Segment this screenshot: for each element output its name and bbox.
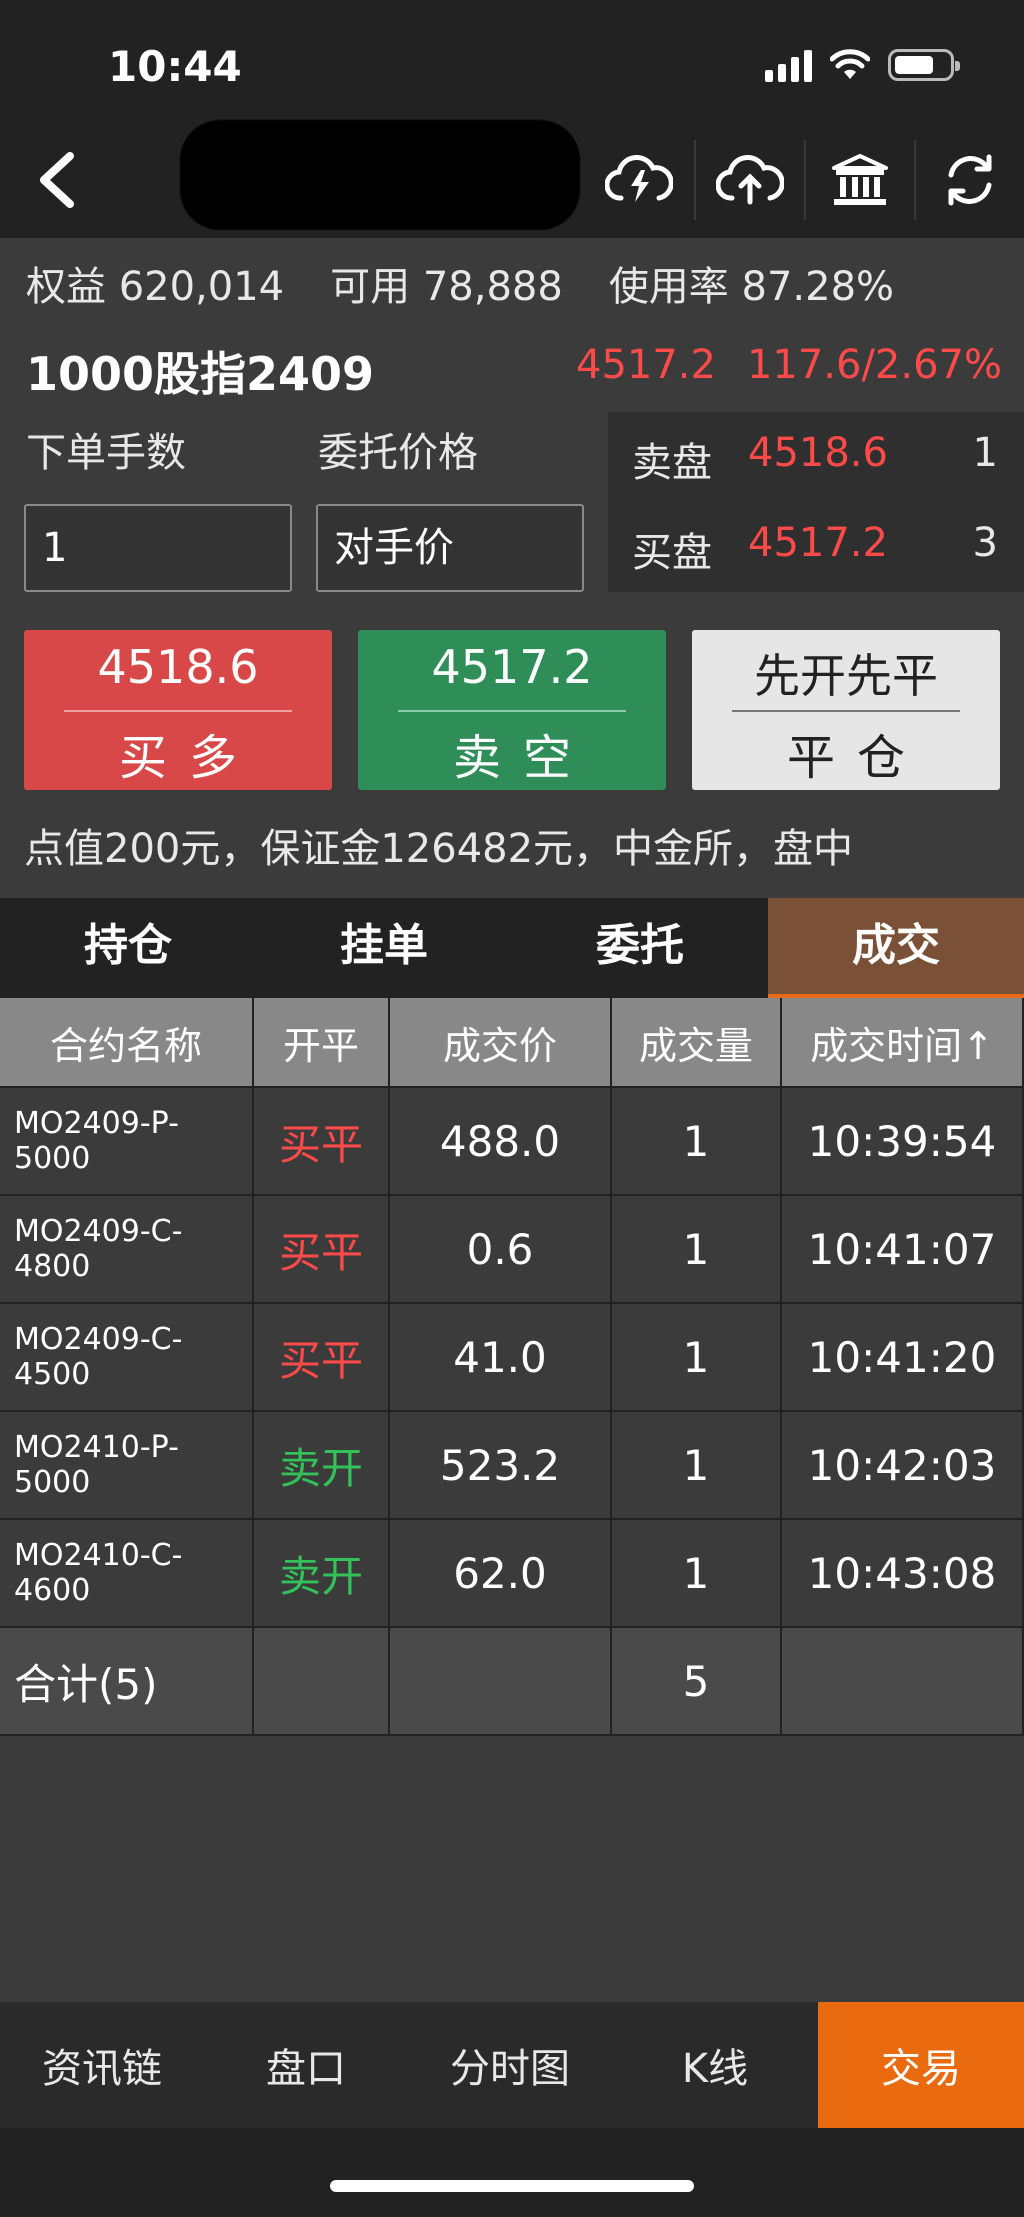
buy-price: 4518.6 (97, 640, 259, 694)
tab-orders[interactable]: 委托 (512, 898, 768, 998)
nav-kline[interactable]: K线 (612, 2002, 818, 2128)
tab-bar: 持仓 挂单 委托 成交 (0, 898, 1024, 998)
nav-trade[interactable]: 交易 (818, 2002, 1024, 2128)
row-time: 10:41:07 (782, 1196, 1024, 1302)
row-price: 41.0 (390, 1304, 612, 1410)
nav-icons (584, 140, 1024, 220)
contract-info: 点值200元，保证金126482元，中金所，盘中 (24, 826, 854, 872)
bank-icon[interactable] (804, 140, 914, 220)
nav-news[interactable]: 资讯链 (0, 2002, 204, 2128)
equity: 权益 620,014 (26, 264, 285, 310)
table-row[interactable]: MO2409-C-4800 买平 0.6 1 10:41:07 (0, 1196, 1024, 1304)
row-contract: MO2409-C-4500 (0, 1304, 254, 1410)
bid-row: 买盘 4517.2 3 (608, 502, 1024, 592)
row-price: 0.6 (390, 1196, 612, 1302)
price-label: 委托价格 (318, 430, 478, 476)
close-mode: 先开先平 (754, 649, 938, 703)
table-total-row: 合计(5) 5 (0, 1628, 1024, 1736)
row-price: 523.2 (390, 1412, 612, 1518)
row-volume: 1 (612, 1520, 782, 1626)
sell-price: 4517.2 (431, 640, 593, 694)
row-contract: MO2410-C-4600 (0, 1520, 254, 1626)
row-time: 10:42:03 (782, 1412, 1024, 1518)
row-contract: MO2410-P-5000 (0, 1412, 254, 1518)
ask-row: 卖盘 4518.6 1 (608, 412, 1024, 502)
table-row[interactable]: MO2409-P-5000 买平 488.0 1 10:39:54 (0, 1088, 1024, 1196)
sell-label: 卖空 (452, 730, 593, 786)
nav-bar (0, 100, 1024, 238)
table-row[interactable]: MO2409-C-4500 买平 41.0 1 10:41:20 (0, 1304, 1024, 1412)
row-contract: MO2409-C-4800 (0, 1196, 254, 1302)
header-time[interactable]: 成交时间↑ (782, 998, 1024, 1086)
contract-row: 1000股指2409 4517.2 117.6/2.67% (0, 328, 1024, 408)
row-volume: 1 (612, 1412, 782, 1518)
row-volume: 1 (612, 1304, 782, 1410)
row-volume: 1 (612, 1088, 782, 1194)
price-change: 117.6/2.67% (746, 342, 1002, 388)
row-time: 10:41:20 (782, 1304, 1024, 1410)
bid-price: 4517.2 (748, 520, 888, 566)
available: 可用 78,888 (330, 264, 563, 310)
row-side: 卖开 (254, 1520, 390, 1626)
status-time: 10:44 (108, 42, 242, 91)
refresh-icon[interactable] (914, 140, 1024, 220)
row-price: 62.0 (390, 1520, 612, 1626)
bottom-nav: 资讯链 盘口 分时图 K线 交易 (0, 2002, 1024, 2128)
row-time: 10:39:54 (782, 1088, 1024, 1194)
close-label: 平仓 (786, 730, 927, 786)
nav-timeshare[interactable]: 分时图 (408, 2002, 612, 2128)
close-position-button[interactable]: 先开先平 平仓 (692, 630, 1000, 790)
ask-price: 4518.6 (748, 430, 888, 476)
header-side[interactable]: 开平 (254, 998, 390, 1086)
account-summary: 权益 620,014 可用 78,888 使用率 87.28% (0, 238, 1024, 328)
header-price[interactable]: 成交价 (390, 998, 612, 1086)
tab-trades[interactable]: 成交 (768, 898, 1024, 998)
buy-label: 买多 (118, 730, 259, 786)
home-area (0, 2128, 1024, 2217)
status-icons (765, 48, 960, 82)
ask-label: 卖盘 (632, 440, 712, 486)
buy-long-button[interactable]: 4518.6 买多 (24, 630, 332, 790)
last-price: 4517.2 (576, 342, 716, 388)
usage-rate: 使用率 87.28% (608, 264, 895, 310)
ask-qty: 1 (972, 430, 998, 476)
battery-icon (888, 49, 960, 81)
header-volume[interactable]: 成交量 (612, 998, 782, 1086)
redacted-title (180, 120, 580, 230)
bid-qty: 3 (972, 520, 998, 566)
row-side: 买平 (254, 1088, 390, 1194)
table-row[interactable]: MO2410-C-4600 卖开 62.0 1 10:43:08 (0, 1520, 1024, 1628)
back-icon[interactable] (28, 150, 88, 210)
sell-short-button[interactable]: 4517.2 卖空 (358, 630, 666, 790)
total-label: 合计(5) (0, 1628, 254, 1734)
qty-input[interactable]: 1 (24, 504, 292, 592)
contract-name[interactable]: 1000股指2409 (26, 338, 374, 404)
row-contract: MO2409-P-5000 (0, 1088, 254, 1194)
row-price: 488.0 (390, 1088, 612, 1194)
wifi-icon (830, 49, 870, 79)
order-book: 卖盘 4518.6 1 买盘 4517.2 3 (608, 412, 1024, 592)
row-time: 10:43:08 (782, 1520, 1024, 1626)
trades-table: 合约名称 开平 成交价 成交量 成交时间↑ MO2409-P-5000 买平 4… (0, 998, 1024, 1736)
row-side: 买平 (254, 1196, 390, 1302)
table-row[interactable]: MO2410-P-5000 卖开 523.2 1 10:42:03 (0, 1412, 1024, 1520)
qty-label: 下单手数 (26, 430, 186, 476)
row-volume: 1 (612, 1196, 782, 1302)
price-type-input[interactable]: 对手价 (316, 504, 584, 592)
cloud-lightning-icon[interactable] (584, 140, 694, 220)
tab-positions[interactable]: 持仓 (0, 898, 256, 998)
header-contract[interactable]: 合约名称 (0, 998, 254, 1086)
total-volume: 5 (612, 1628, 782, 1734)
bid-label: 买盘 (632, 530, 712, 576)
row-side: 买平 (254, 1304, 390, 1410)
row-side: 卖开 (254, 1412, 390, 1518)
nav-orderbook[interactable]: 盘口 (204, 2002, 408, 2128)
home-indicator[interactable] (330, 2180, 694, 2192)
table-header: 合约名称 开平 成交价 成交量 成交时间↑ (0, 998, 1024, 1088)
cloud-upload-icon[interactable] (694, 140, 804, 220)
signal-icon (765, 48, 812, 82)
tab-pending[interactable]: 挂单 (256, 898, 512, 998)
